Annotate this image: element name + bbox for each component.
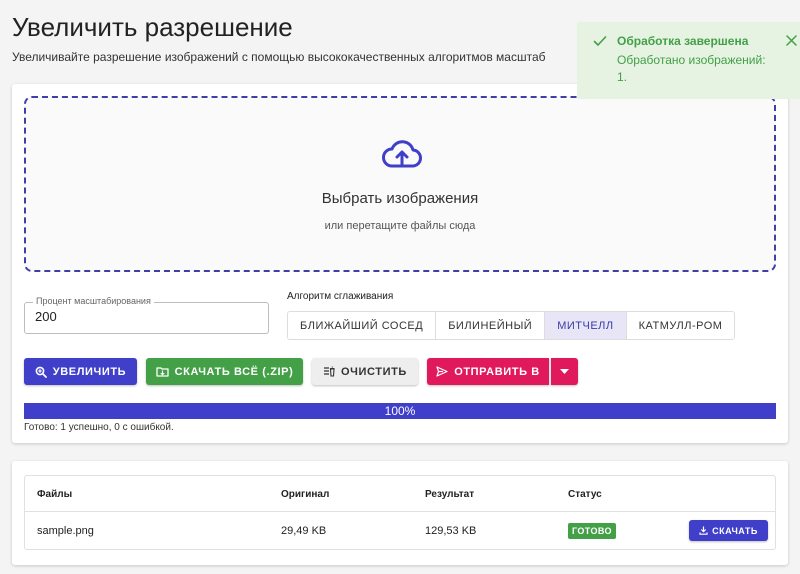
clear-button-label: ОЧИСТИТЬ: [341, 365, 407, 378]
folder-download-icon: [155, 367, 169, 377]
header-original: Оригинал: [281, 488, 330, 500]
algorithm-mitchell-button[interactable]: МИТЧЕЛЛ: [545, 312, 627, 339]
algorithm-toggle-group: БЛИЖАЙШИЙ СОСЕД БИЛИНЕЙНЫЙ МИТЧЕЛЛ КАТМУ…: [287, 311, 736, 340]
upscale-button-label: УВЕЛИЧИТЬ: [52, 365, 127, 378]
header-status: Статус: [568, 488, 602, 500]
page-title: Увеличить разрешение: [12, 12, 293, 42]
files-card: Файлы Оригинал Результат Статус sample.p…: [12, 461, 788, 565]
send-to-button[interactable]: ОТПРАВИТЬ В: [427, 358, 549, 385]
toast-title: Обработка завершена: [617, 34, 749, 48]
download-zip-button[interactable]: СКАЧАТЬ ВСЁ (.ZIP): [146, 358, 303, 385]
algorithm-bilinear-button[interactable]: БИЛИНЕЙНЫЙ: [436, 312, 546, 339]
success-toast: Обработка завершена Обработано изображен…: [577, 22, 800, 99]
algorithm-nearest-button[interactable]: БЛИЖАЙШИЙ СОСЕД: [288, 312, 437, 339]
download-file-button-label: СКАЧАТЬ: [712, 525, 758, 536]
dropzone-title: Выбрать изображения: [321, 190, 479, 207]
header-files: Файлы: [37, 488, 73, 500]
file-dropzone[interactable]: Выбрать изображения или перетащите файлы…: [24, 96, 776, 272]
status-cell: ГОТОВО: [568, 513, 616, 549]
table-header-row: Файлы Оригинал Результат Статус: [25, 476, 775, 512]
file-name: sample.png: [37, 525, 94, 537]
upload-card: Выбрать изображения или перетащите файлы…: [12, 84, 788, 443]
scale-percent-field: Процент масштабирования: [24, 296, 269, 334]
close-icon[interactable]: [786, 35, 797, 46]
progress-status: Готово: 1 успешно, 0 с ошибкой.: [24, 422, 174, 433]
algorithm-label: Алгоритм сглаживания: [287, 291, 394, 302]
files-table: Файлы Оригинал Результат Статус sample.p…: [24, 475, 776, 550]
download-icon: [699, 526, 708, 535]
send-to-button-label: ОТПРАВИТЬ В: [454, 365, 540, 378]
algorithm-catmull-rom-button[interactable]: КАТМУЛЛ-РОМ: [626, 312, 735, 339]
header-result: Результат: [425, 488, 475, 500]
zoom-in-icon: [35, 366, 47, 378]
progress-bar: 100%: [24, 403, 776, 419]
original-size: 29,49 KB: [281, 525, 327, 537]
clear-button[interactable]: ОЧИСТИТЬ: [312, 358, 418, 385]
upscale-button[interactable]: УВЕЛИЧИТЬ: [24, 358, 137, 385]
send-to-dropdown-button[interactable]: [551, 358, 578, 385]
progress-label: 100%: [384, 404, 416, 418]
dropzone-hint: или перетащите файлы сюда: [324, 220, 476, 232]
page-subtitle: Увеличивайте разрешение изображений с по…: [12, 50, 546, 64]
download-file-button[interactable]: СКАЧАТЬ: [689, 520, 768, 541]
send-icon: [436, 366, 448, 377]
check-icon: [593, 36, 607, 46]
download-zip-button-label: СКАЧАТЬ ВСЁ (.ZIP): [174, 365, 294, 378]
caret-down-icon: [560, 369, 569, 374]
scale-percent-input[interactable]: [35, 309, 255, 324]
table-row: sample.png 29,49 KB 129,53 KB ГОТОВО СКА…: [25, 513, 775, 549]
status-badge: ГОТОВО: [568, 523, 616, 539]
clear-list-icon: [324, 366, 335, 377]
result-size: 129,53 KB: [425, 525, 477, 537]
cloud-upload-icon: [382, 140, 422, 168]
scale-percent-label: Процент масштабирования: [33, 296, 154, 306]
toast-message: Обработано изображений: 1.: [617, 53, 766, 84]
